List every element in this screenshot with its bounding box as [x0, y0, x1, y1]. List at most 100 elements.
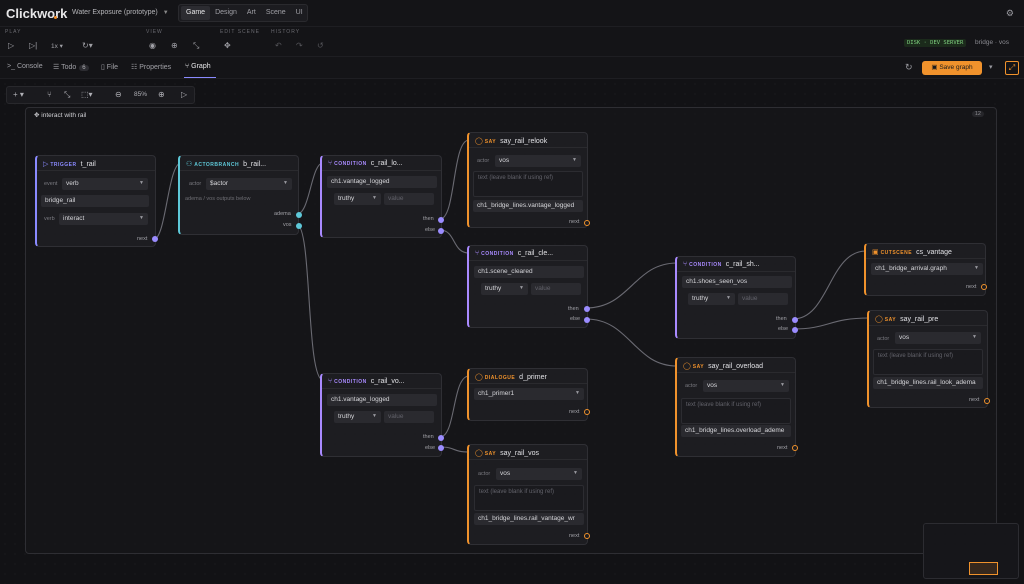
tab-properties[interactable]: ☷ Properties — [131, 63, 171, 71]
cutscene-select[interactable]: ch1_bridge_arrival.graph ▼ — [871, 263, 983, 275]
eye-icon[interactable]: ◉ — [149, 41, 156, 50]
condition-node-c_rail_sh[interactable]: ⑂ CONDITION c_rail_sh... ch1.shoes_seen_v… — [675, 256, 798, 339]
say-node-say_rail_pre[interactable]: ◯ SAY say_rail_pre actor vos ▼ text (leave… — [867, 310, 990, 408]
condition-node-c_rail_vo[interactable]: ⑂ CONDITION c_rail_vo... ch1.vantage_logg… — [320, 373, 444, 457]
text-area[interactable]: text (leave blank if using ref) — [681, 398, 791, 424]
zoom-in-icon[interactable]: ⊕ — [158, 90, 165, 99]
output-port-next[interactable] — [584, 533, 590, 539]
text-area[interactable]: text (leave blank if using ref) — [473, 171, 583, 197]
chevron-down-icon[interactable]: ▾ — [989, 63, 993, 71]
refresh-icon[interactable]: ↻ — [905, 62, 913, 73]
operator-select[interactable]: truthy ▼ — [481, 283, 528, 295]
condition-expression[interactable]: ch1.scene_cleared — [474, 266, 584, 278]
text-area[interactable]: text (leave blank if using ref) — [873, 349, 983, 375]
line-ref-input[interactable]: ch1_bridge_lines.rail_look_adema — [873, 377, 983, 389]
output-port-else[interactable] — [438, 228, 444, 234]
undo-icon[interactable]: ↶ — [275, 41, 282, 50]
node-header: ◯ SAY say_rail_relook — [469, 133, 587, 148]
speed-select[interactable]: 1x ▾ — [51, 42, 63, 50]
output-port-adema[interactable] — [296, 212, 302, 218]
redo-icon[interactable]: ↷ — [296, 41, 303, 50]
minimap-viewport[interactable] — [969, 562, 998, 575]
mode-scene[interactable]: Scene — [261, 6, 291, 20]
output-port-next[interactable] — [152, 236, 158, 242]
operator-select[interactable]: truthy ▼ — [334, 193, 381, 205]
mode-art[interactable]: Art — [242, 6, 261, 20]
node-header: ⑂ CONDITION c_rail_vo... — [322, 374, 441, 389]
output-port-next[interactable] — [981, 284, 987, 290]
replay-icon[interactable]: ↻▾ — [82, 41, 93, 50]
output-port-then[interactable] — [438, 217, 444, 223]
dialogue-select[interactable]: ch1_primer1 ▼ — [474, 388, 584, 400]
reset-icon[interactable]: ↺ — [317, 41, 324, 50]
tab-file[interactable]: ▯ File — [101, 63, 118, 71]
actor-select[interactable]: vos ▼ — [496, 468, 582, 480]
value-input[interactable]: value — [531, 283, 581, 295]
add-node-button[interactable]: + ▾ — [13, 90, 24, 99]
cutscene-node-cs_vantage[interactable]: ▣ CUTSCENE cs_vantage ch1_bridge_arrival.… — [864, 243, 987, 296]
output-port-else[interactable] — [438, 445, 444, 451]
mode-design[interactable]: Design — [210, 6, 242, 20]
fullscreen-icon[interactable]: ⤢ — [1005, 61, 1019, 75]
object-input[interactable]: bridge_rail — [41, 195, 149, 207]
line-ref-input[interactable]: ch1_bridge_lines.vantage_logged — [473, 200, 583, 212]
text-area[interactable]: text (leave blank if using ref) — [474, 485, 584, 511]
fit-view-icon[interactable]: ⤡ — [64, 90, 70, 100]
actorbranch-node-b_rail[interactable]: ⚇ ACTORBRANCH b_rail... actor $actor ▼ ade… — [178, 155, 302, 235]
output-port-then[interactable] — [438, 435, 444, 441]
gear-icon[interactable]: ⚙ — [1006, 8, 1014, 19]
actor-select[interactable]: vos ▼ — [703, 380, 789, 392]
mode-ui[interactable]: UI — [291, 6, 308, 20]
tab-console[interactable]: >_ Console — [7, 63, 43, 70]
save-graph-button[interactable]: ▣ Save graph — [922, 61, 982, 75]
tab-todo[interactable]: ☰ Todo 6 — [53, 63, 89, 71]
operator-select[interactable]: truthy ▼ — [334, 411, 381, 423]
value-input[interactable]: value — [384, 411, 434, 423]
condition-node-c_rail_cle[interactable]: ⑂ CONDITION c_rail_cle... ch1.scene_clear… — [467, 245, 590, 328]
condition-node-c_rail_lo[interactable]: ⑂ CONDITION c_rail_lo... ch1.vantage_logg… — [320, 155, 444, 238]
output-port-vos[interactable] — [296, 223, 302, 229]
value-input[interactable]: value — [738, 293, 788, 305]
step-icon[interactable]: ▷| — [29, 41, 37, 50]
line-ref-input[interactable]: ch1_bridge_lines.overload_ademe — [681, 425, 791, 437]
dialogue-node-d_primer[interactable]: ◯ DIALOGUE d_primer ch1_primer1 ▼ next — [467, 368, 590, 421]
actor-select[interactable]: $actor ▼ — [206, 178, 292, 190]
run-graph-icon[interactable]: ▷ — [181, 90, 187, 99]
tab-graph[interactable]: ⑂ Graph — [185, 63, 211, 70]
condition-expression[interactable]: ch1.shoes_seen_vos — [682, 276, 792, 288]
branch-tool-icon[interactable]: ⑂ — [47, 90, 52, 99]
zoom-out-icon[interactable]: ⊖ — [115, 90, 122, 99]
say-node-say_rail_overload[interactable]: ◯ SAY say_rail_overload actor vos ▼ text (… — [675, 357, 798, 457]
project-selector[interactable]: Water Exposure (prototype) ▼ — [72, 9, 169, 16]
say-node-say_rail_relook[interactable]: ◯ SAY say_rail_relook actor vos ▼ text (le… — [467, 132, 590, 228]
node-kind: TRIGGER — [50, 162, 77, 168]
event-select[interactable]: verb ▼ — [62, 178, 148, 190]
say-node-say_rail_vos[interactable]: ◯ SAY say_rail_vos actor vos ▼ text (leave… — [467, 444, 590, 545]
select-tool-icon[interactable]: ⬚▾ — [81, 90, 93, 99]
verb-select[interactable]: interact ▼ — [59, 213, 148, 225]
operator-select[interactable]: truthy ▼ — [688, 293, 735, 305]
actor-select[interactable]: vos ▼ — [895, 332, 981, 344]
value-input[interactable]: value — [384, 193, 434, 205]
move-icon[interactable]: ✥ — [224, 41, 231, 50]
line-ref-input[interactable]: ch1_bridge_lines.rail_vantage_wr — [474, 513, 584, 525]
target-icon[interactable]: ⊕ — [171, 41, 178, 50]
condition-expression[interactable]: ch1.vantage_logged — [327, 394, 437, 406]
output-port-next[interactable] — [584, 220, 590, 226]
output-port-else[interactable] — [584, 317, 590, 323]
output-port-else[interactable] — [792, 327, 798, 333]
minimap[interactable] — [923, 523, 1019, 579]
mode-game[interactable]: Game — [181, 6, 211, 20]
actor-select[interactable]: vos ▼ — [495, 155, 581, 167]
server-badge: DISK · DEV SERVER — [904, 39, 967, 47]
output-port-then[interactable] — [584, 306, 590, 312]
output-port-next[interactable] — [792, 445, 798, 451]
output-port-next[interactable] — [984, 398, 990, 404]
play-icon[interactable]: ▷ — [8, 41, 14, 50]
trigger-node-t_rail[interactable]: ▷ TRIGGER t_rail event verb ▼ bridge_rail … — [35, 155, 158, 247]
output-port-next[interactable] — [584, 409, 590, 415]
node-header: ▣ CUTSCENE cs_vantage — [866, 244, 985, 259]
condition-expression[interactable]: ch1.vantage_logged — [327, 176, 437, 188]
output-port-then[interactable] — [792, 317, 798, 323]
expand-icon[interactable]: ⤡ — [193, 41, 199, 51]
